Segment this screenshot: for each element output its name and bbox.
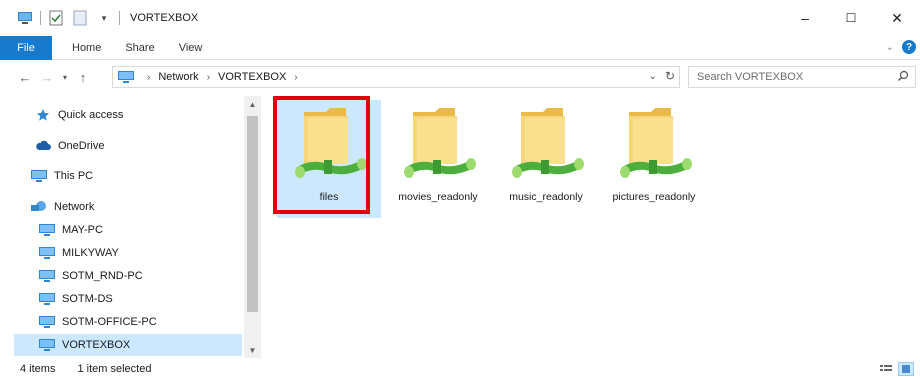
search-icon bbox=[897, 70, 909, 85]
monitor-icon bbox=[38, 245, 56, 261]
breadcrumb-vortexbox[interactable]: VORTEXBOX bbox=[218, 71, 286, 83]
breadcrumb-chevron-icon[interactable]: › bbox=[147, 72, 150, 83]
folder-label: pictures_readonly bbox=[612, 191, 696, 203]
folder-label: music_readonly bbox=[509, 191, 583, 203]
breadcrumb-chevron-icon[interactable]: › bbox=[207, 72, 210, 83]
up-arrow-icon[interactable]: ↑ bbox=[72, 66, 94, 88]
nav-computer-label: VORTEXBOX bbox=[62, 339, 131, 351]
window-controls: – ☐ ✕ bbox=[782, 0, 920, 36]
nav-quick-access-label: Quick access bbox=[58, 109, 124, 121]
customize-toolbar-chevron-icon[interactable]: ▾ bbox=[95, 9, 113, 27]
nav-computer-sotm-office-pc[interactable]: SOTM-OFFICE-PC bbox=[38, 311, 157, 333]
forward-arrow-icon[interactable]: → bbox=[36, 66, 58, 88]
nav-scrollbar[interactable]: ▲ ▼ bbox=[244, 96, 261, 358]
folder-label: movies_readonly bbox=[398, 191, 478, 203]
minimize-button[interactable]: – bbox=[782, 0, 828, 36]
address-bar[interactable]: › Network › VORTEXBOX › ⌄ ↻ bbox=[112, 66, 680, 88]
recent-locations-chevron-icon[interactable]: ▾ bbox=[58, 66, 72, 88]
computer-icon[interactable] bbox=[16, 9, 34, 27]
breadcrumb: › Network › VORTEXBOX › bbox=[139, 71, 306, 83]
monitor-icon bbox=[38, 314, 56, 330]
scroll-down-icon[interactable]: ▼ bbox=[244, 342, 261, 358]
folder-item[interactable]: movies_readonly bbox=[386, 100, 490, 218]
network-location-icon bbox=[117, 70, 135, 84]
status-bar: 4 items 1 item selected bbox=[0, 358, 920, 379]
monitor-icon bbox=[38, 337, 56, 353]
ribbon-right: ⌄ ? bbox=[886, 40, 916, 54]
nav-computer-sotm-ds[interactable]: SOTM-DS bbox=[38, 288, 113, 310]
expand-ribbon-chevron-icon[interactable]: ⌄ bbox=[886, 42, 894, 53]
quick-access-toolbar: ▾ bbox=[0, 9, 120, 27]
nav-computer-label: SOTM-DS bbox=[62, 293, 113, 305]
address-dropdown-chevron-icon[interactable]: ⌄ bbox=[649, 71, 657, 82]
network-share-folder-icon bbox=[507, 106, 585, 189]
item-count: 4 items bbox=[20, 362, 56, 375]
nav-computer-vortexbox[interactable]: VORTEXBOX bbox=[14, 334, 242, 356]
nav-onedrive-label: OneDrive bbox=[58, 140, 105, 152]
nav-computer-label: SOTM_RND-PC bbox=[62, 270, 143, 282]
navigation-pane: Quick access OneDrive This PC Network MA… bbox=[0, 96, 262, 358]
monitor-icon bbox=[38, 291, 56, 307]
title-bar: ▾ VORTEXBOX – ☐ ✕ bbox=[0, 0, 920, 36]
nav-network[interactable]: Network bbox=[30, 196, 94, 218]
back-arrow-icon[interactable]: ← bbox=[14, 66, 36, 88]
breadcrumb-chevron-icon[interactable]: › bbox=[294, 72, 297, 83]
star-icon bbox=[34, 107, 52, 123]
nav-quick-access[interactable]: Quick access bbox=[34, 104, 123, 126]
monitor-icon bbox=[38, 222, 56, 238]
cloud-icon bbox=[34, 138, 52, 154]
search-placeholder: Search VORTEXBOX bbox=[697, 71, 804, 83]
details-view-icon[interactable] bbox=[878, 362, 894, 376]
view-toggle bbox=[878, 362, 914, 376]
large-icons-view-icon[interactable] bbox=[898, 362, 914, 376]
window-title: VORTEXBOX bbox=[130, 12, 199, 24]
toolbar-separator bbox=[40, 11, 41, 25]
properties-icon[interactable] bbox=[47, 9, 65, 27]
breadcrumb-network[interactable]: Network bbox=[158, 71, 198, 83]
nav-this-pc-label: This PC bbox=[54, 170, 94, 182]
network-icon bbox=[30, 199, 48, 215]
folder-item[interactable]: pictures_readonly bbox=[602, 100, 706, 218]
tab-home[interactable]: Home bbox=[60, 36, 113, 60]
ribbon-tabs: File Home Share View ⌄ ? bbox=[0, 35, 920, 60]
monitor-icon bbox=[30, 168, 48, 184]
selection-count: 1 item selected bbox=[77, 362, 152, 375]
maximize-button[interactable]: ☐ bbox=[828, 0, 874, 36]
nav-computer-sotm-rnd-pc[interactable]: SOTM_RND-PC bbox=[38, 265, 143, 287]
nav-this-pc[interactable]: This PC bbox=[30, 165, 93, 187]
new-folder-icon[interactable] bbox=[71, 9, 89, 27]
scroll-up-icon[interactable]: ▲ bbox=[244, 96, 261, 112]
close-button[interactable]: ✕ bbox=[874, 0, 920, 36]
nav-computer-milkyway[interactable]: MILKYWAY bbox=[38, 242, 119, 264]
folder-item[interactable]: music_readonly bbox=[494, 100, 598, 218]
nav-onedrive[interactable]: OneDrive bbox=[34, 135, 104, 157]
tab-share[interactable]: Share bbox=[113, 36, 166, 60]
address-row: ← → ▾ ↑ › Network › VORTEXBOX › ⌄ ↻ Sear… bbox=[0, 62, 920, 92]
nav-network-label: Network bbox=[54, 201, 95, 213]
address-bar-controls: ⌄ ↻ bbox=[649, 69, 675, 83]
help-icon[interactable]: ? bbox=[902, 40, 916, 54]
search-input[interactable]: Search VORTEXBOX bbox=[688, 66, 916, 88]
nav-computer-label: SOTM-OFFICE-PC bbox=[62, 316, 157, 328]
refresh-icon[interactable]: ↻ bbox=[665, 69, 675, 83]
toolbar-separator bbox=[119, 11, 120, 25]
network-share-folder-icon bbox=[399, 106, 477, 189]
tab-view[interactable]: View bbox=[167, 36, 215, 60]
tab-file[interactable]: File bbox=[0, 35, 52, 60]
nav-computer-label: MAY-PC bbox=[62, 224, 103, 236]
nav-computer-label: MILKYWAY bbox=[62, 247, 119, 259]
network-share-folder-icon bbox=[615, 106, 693, 189]
highlight-annotation bbox=[273, 96, 370, 214]
scroll-thumb[interactable] bbox=[247, 116, 258, 312]
monitor-icon bbox=[38, 268, 56, 284]
nav-computer-may-pc[interactable]: MAY-PC bbox=[38, 219, 103, 241]
